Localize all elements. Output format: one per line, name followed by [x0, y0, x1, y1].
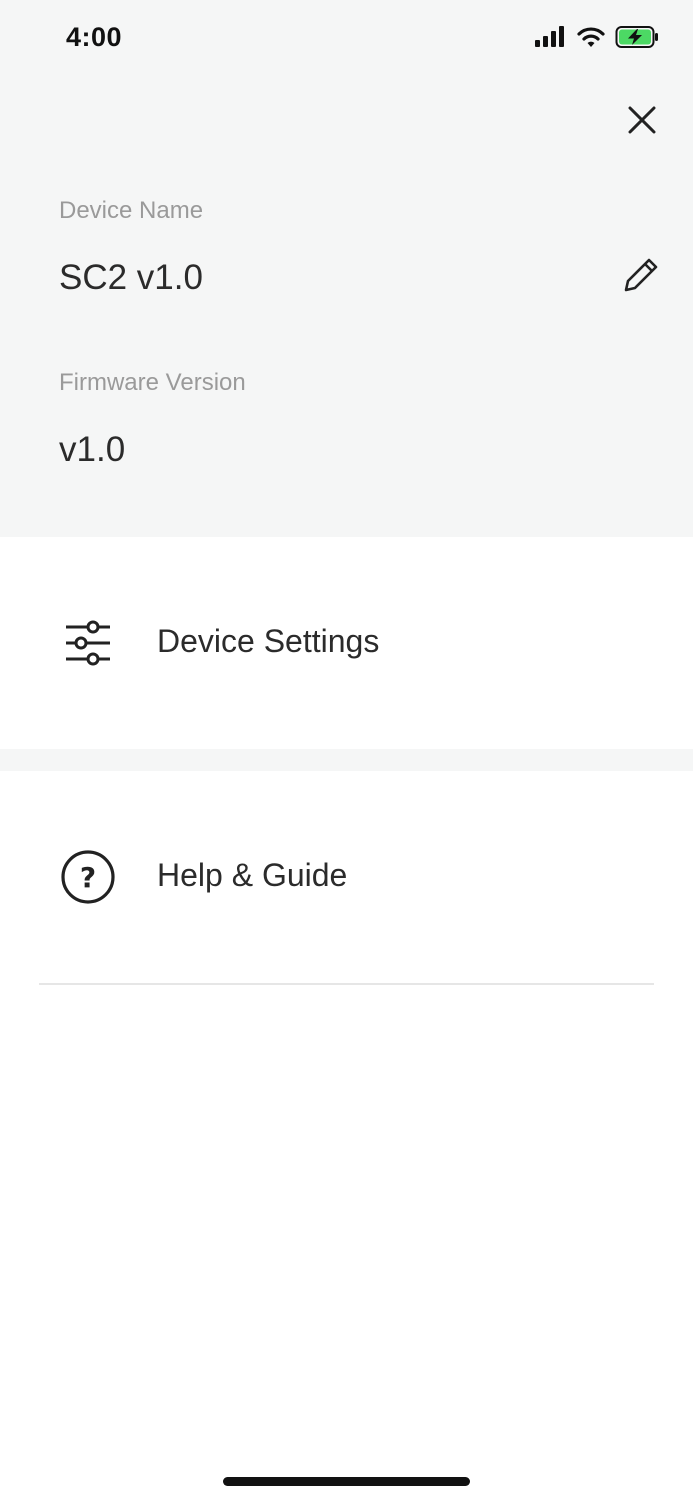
menu-item-help-guide[interactable]: ? Help & Guide — [0, 771, 693, 983]
section-separator — [0, 749, 693, 771]
menu-item-device-settings[interactable]: Device Settings — [0, 537, 693, 749]
help-guide-label: Help & Guide — [157, 857, 348, 893]
home-indicator[interactable] — [223, 1477, 470, 1486]
firmware-version-value: v1.0 — [59, 430, 126, 469]
device-info-header: 4:00 Device Name SC2 v1.0 Firmware Versi… — [0, 0, 693, 537]
edit-device-name-button[interactable] — [614, 250, 668, 304]
firmware-version-label: Firmware Version — [59, 369, 246, 396]
sliders-icon — [60, 615, 116, 671]
status-time: 4:00 — [66, 22, 123, 52]
divider — [39, 983, 654, 985]
wifi-icon — [577, 26, 605, 53]
close-button[interactable] — [620, 100, 664, 144]
device-settings-label: Device Settings — [157, 623, 380, 659]
device-name-value: SC2 v1.0 — [59, 258, 203, 297]
device-name-label: Device Name — [59, 197, 204, 224]
status-icons — [535, 25, 659, 54]
status-bar: 4:00 — [0, 0, 693, 76]
help-circle-icon: ? — [60, 849, 116, 905]
close-icon — [627, 105, 657, 140]
pencil-icon — [621, 255, 661, 300]
svg-text:?: ? — [80, 861, 96, 894]
cellular-signal-icon — [535, 26, 567, 53]
battery-charging-icon — [615, 25, 659, 54]
